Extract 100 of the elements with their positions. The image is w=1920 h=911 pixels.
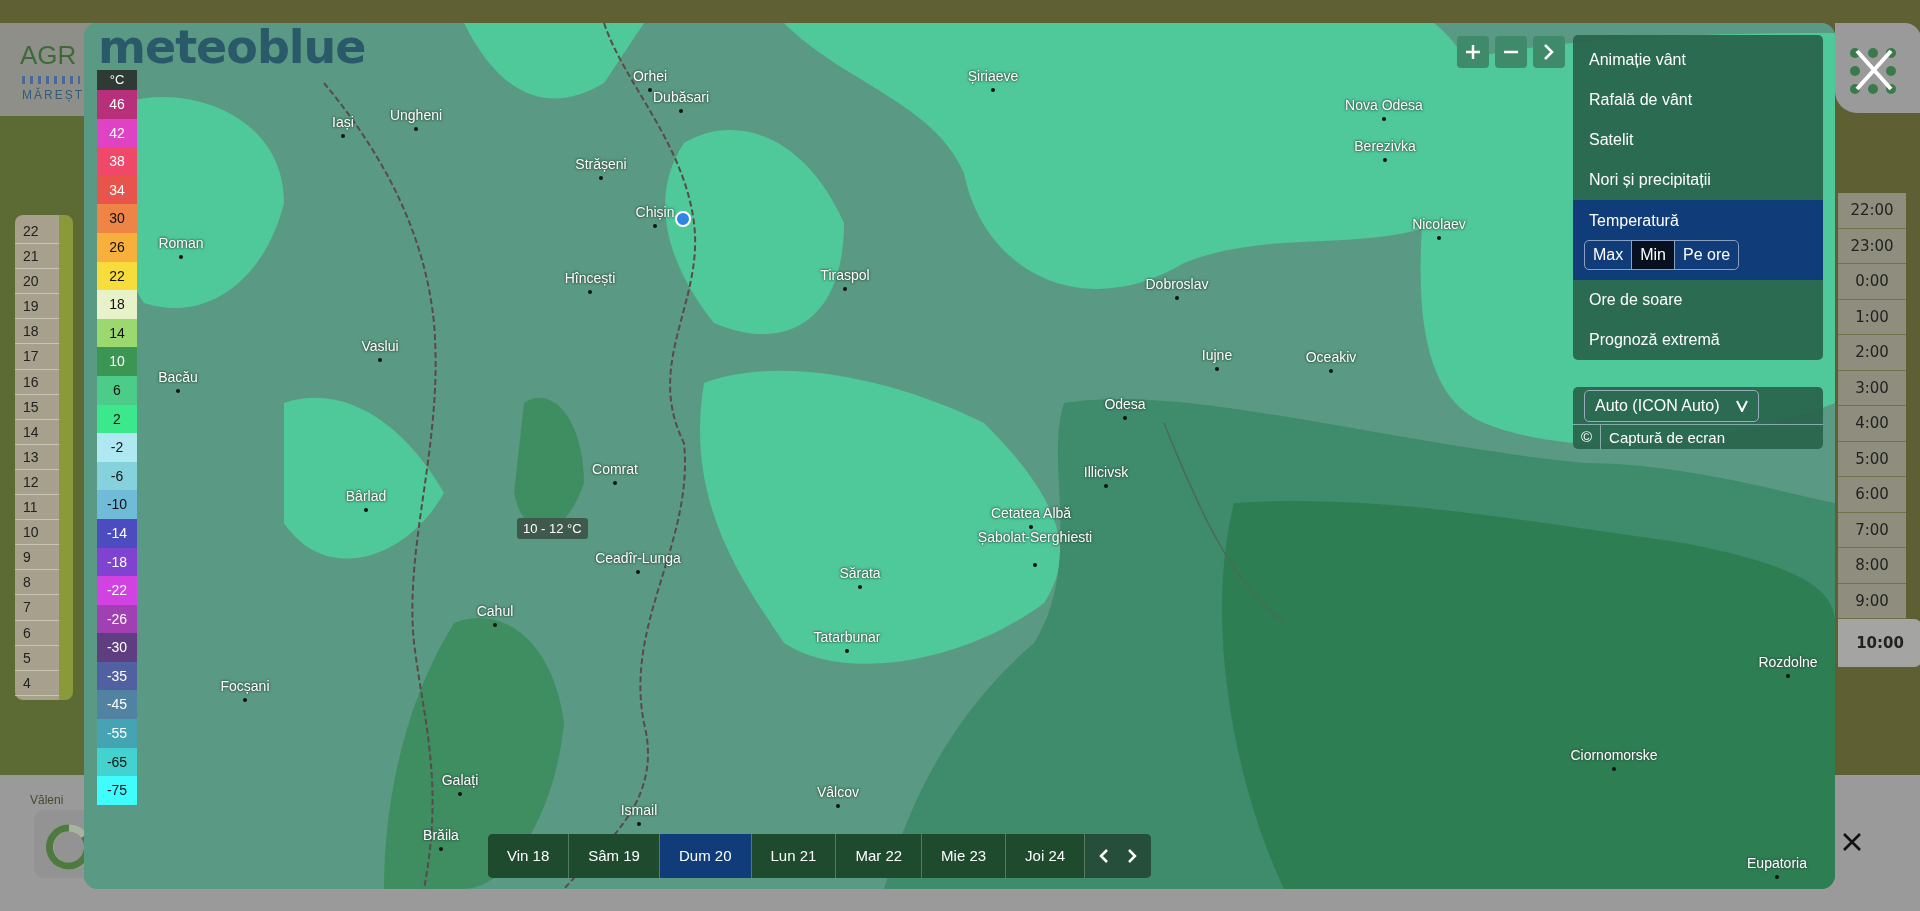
scale-label: 17 [15,344,59,370]
legend-swatch: 2 [97,404,137,434]
layer-menu-item[interactable]: Nori și precipitații [1573,160,1823,200]
map-place-label: Odesa [1104,396,1146,412]
legend-swatch: -26 [97,604,137,634]
layer-menu-item[interactable]: Temperatură [1573,204,1823,238]
hour-item[interactable]: 1:00 [1838,299,1906,335]
map-place-label: Roman [158,235,204,251]
map-place-label: Galați [441,772,479,788]
hour-item[interactable]: 3:00 [1838,370,1906,406]
zoom-in-icon[interactable] [1457,36,1489,68]
map-place-label: Illicivsk [1083,464,1129,480]
toggle-option[interactable]: Min [1632,241,1675,269]
scale-label: 9 [15,545,59,571]
temperature-tooltip: 10 - 12 °C [517,518,588,539]
hour-item[interactable]: 2:00 [1838,335,1906,371]
zoom-out-icon[interactable] [1495,36,1527,68]
place-dot [1033,563,1037,567]
logo-subtext: MĂREȘT [22,88,84,102]
layer-menu-item[interactable]: Prognoză extremă [1573,320,1823,360]
scale-label: 4 [15,670,59,696]
scale-label: 8 [15,570,59,596]
hour-item[interactable]: 9:00 [1838,583,1906,619]
layer-menu-item[interactable]: Satelit [1573,120,1823,160]
map-place-label: Tiraspol [820,267,870,283]
close-button[interactable] [1835,23,1920,113]
legend-swatch: -6 [97,461,137,491]
place-dot [1382,117,1386,121]
place-dot [364,508,368,512]
legend-swatch: -14 [97,518,137,548]
chevron-right-icon[interactable] [1533,36,1565,68]
screenshot-link[interactable]: Captură de ecran [1601,428,1725,446]
map-drawing[interactable] [84,23,1835,889]
model-select[interactable]: Auto (ICON Auto) [1584,390,1759,422]
map-place-label: Dobroslav [1145,276,1209,292]
place-dot [176,389,180,393]
legend-swatch: °C [97,70,137,90]
place-dot [679,109,683,113]
map-place-label: Văleni [30,793,64,807]
legend-swatch: 46 [97,90,137,119]
map-place-label: Hîncești [564,270,616,286]
place-dot [341,134,345,138]
scale-label: 13 [15,444,59,470]
place-dot [588,290,592,294]
scale-label: 14 [15,419,59,445]
map-place-label: Brăila [423,827,459,843]
map-place-label: Șiriaeve [967,68,1019,84]
place-dot [1775,875,1779,879]
place-dot [648,88,652,92]
hour-item[interactable]: 4:00 [1838,406,1906,442]
map-place-label: Vaslui [361,338,399,354]
place-dot [1612,767,1616,771]
map-place-label: Bacău [158,369,198,385]
layer-menu-item[interactable]: Animație vânt [1573,40,1823,80]
hour-item[interactable]: 6:00 [1838,477,1906,513]
day-tab[interactable]: Dum 20 [659,834,752,878]
place-dot [613,481,617,485]
map-place-label: Bârlad [345,488,387,504]
scale-label: 18 [15,319,59,345]
scale-label: 7 [15,595,59,621]
place-dot [179,255,183,259]
hour-item[interactable]: 8:00 [1838,548,1906,584]
legend-swatch: 22 [97,261,137,291]
map-place-label: Dubăsari [653,89,709,105]
scale-label: 20 [15,269,59,295]
day-tab[interactable]: Vin 18 [488,834,570,878]
place-dot [493,623,497,627]
map-place-label: Comrat [592,461,638,477]
map-place-label: Iujne [1201,347,1233,363]
legend-swatch: 38 [97,147,137,176]
hour-item[interactable]: 0:00 [1838,264,1906,300]
layer-menu-item[interactable]: Rafală de vânt [1573,80,1823,120]
legend-swatch: 30 [97,204,137,233]
hour-item[interactable]: 23:00 [1838,228,1906,264]
legend-swatch: 42 [97,118,137,148]
hour-item[interactable]: 5:00 [1838,441,1906,477]
map-place-label: Orhei [632,68,668,84]
scale-label: 16 [15,369,59,395]
hour-item[interactable]: 7:00 [1838,512,1906,548]
legend-swatch: -22 [97,576,137,605]
toggle-option[interactable]: Pe ore [1675,241,1739,269]
layer-menu-item[interactable]: Ore de soare [1573,280,1823,320]
scale-label: 21 [15,244,59,270]
legend-swatch: -45 [97,690,137,720]
place-dot [636,570,640,574]
map-place-label: Cahul [476,603,514,619]
legend-swatch: -55 [97,719,137,748]
place-dot [653,224,657,228]
place-dot [843,287,847,291]
hour-item[interactable]: 10:00 [1838,619,1920,667]
logo-text: AGR [20,40,77,71]
place-dot [1104,484,1108,488]
scale-label: 22 [15,219,59,245]
place-dot [1383,158,1387,162]
hour-item[interactable]: 22:00 [1838,193,1906,229]
legend-swatch: 10 [97,347,137,376]
place-dot [858,585,862,589]
map-place-label: Iași [332,114,354,130]
place-dot [414,127,418,131]
legend-swatch: 6 [97,375,137,405]
